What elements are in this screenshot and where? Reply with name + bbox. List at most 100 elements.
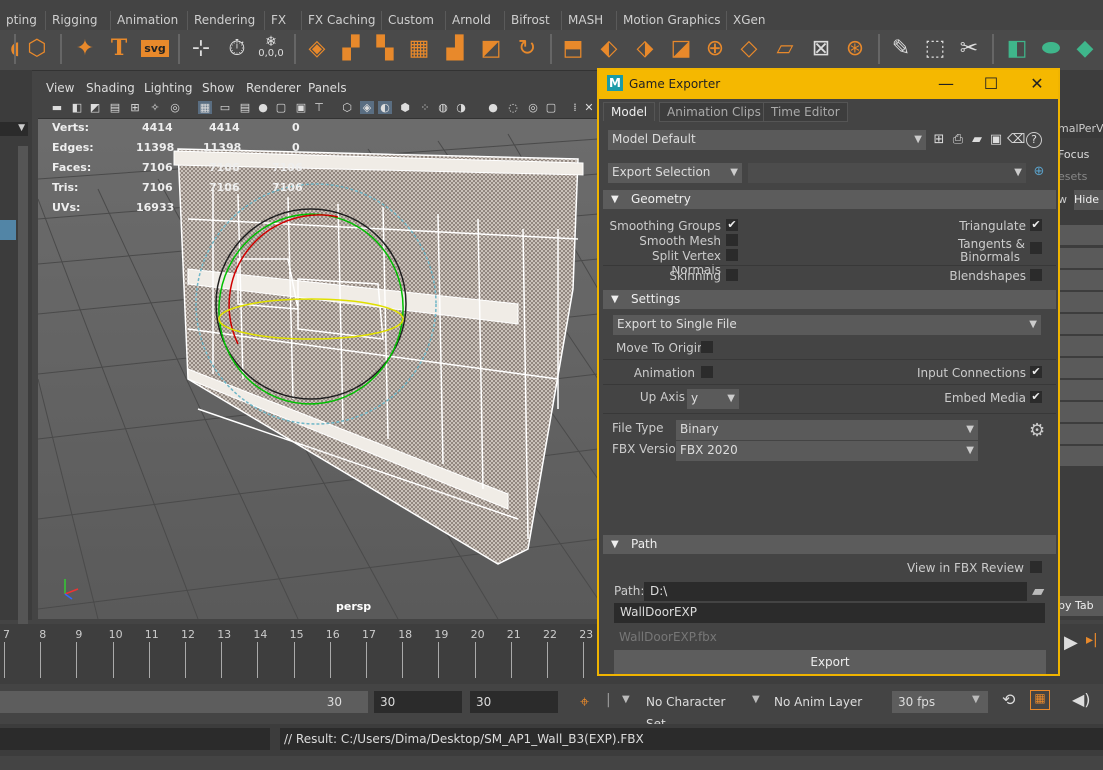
export-button[interactable]: Export bbox=[614, 650, 1046, 674]
add-selection-icon[interactable]: ⊕ bbox=[1031, 164, 1047, 180]
tab-model[interactable]: Model bbox=[603, 102, 656, 121]
text-icon[interactable]: T bbox=[104, 33, 134, 63]
play-forward-icon[interactable]: ▶ bbox=[1064, 632, 1078, 653]
input-connections-checkbox[interactable]: ✔ bbox=[1030, 366, 1042, 378]
film-gate-icon[interactable]: ✧ bbox=[148, 101, 162, 114]
globe-icon[interactable]: ⊛ bbox=[840, 33, 870, 63]
separate-icon[interactable]: ▚ bbox=[370, 33, 400, 63]
export-mode-dropdown[interactable]: Export Selection ▼ bbox=[608, 163, 742, 183]
cube-icon[interactable]: ◈ bbox=[302, 33, 332, 63]
command-input[interactable] bbox=[0, 728, 270, 750]
ao-icon[interactable]: ◑ bbox=[454, 101, 468, 114]
copy-tab-button[interactable]: py Tab bbox=[1058, 596, 1103, 616]
grid-toggle-icon[interactable]: ⊞ bbox=[128, 101, 142, 114]
toolbar-more-icon[interactable]: ⁞ bbox=[568, 101, 582, 114]
file-name-input[interactable]: WallDoorEXP bbox=[614, 603, 1045, 623]
settings-section-header[interactable]: ▼ Settings bbox=[603, 290, 1056, 309]
chevron-down-icon[interactable]: ▼ bbox=[752, 694, 760, 705]
chevron-down-icon[interactable]: ▼ bbox=[622, 694, 630, 705]
menu-renderer[interactable]: Renderer bbox=[246, 81, 301, 95]
polyhedron-icon[interactable]: ⬡ bbox=[22, 33, 52, 63]
sphere-icon[interactable]: ⊕ bbox=[700, 33, 730, 63]
shelf-tab-motion-graphics[interactable]: Motion Graphics bbox=[616, 11, 727, 30]
plane-icon[interactable]: ▱ bbox=[770, 33, 800, 63]
shelf-tab-mash[interactable]: MASH bbox=[561, 11, 609, 30]
viewport-3d[interactable]: Verts: 4414 4414 0 Edges: 11398 11398 0 … bbox=[38, 79, 598, 619]
left-dropdown[interactable]: ▼ bbox=[0, 122, 28, 136]
split-vertex-normals-checkbox[interactable] bbox=[726, 249, 738, 261]
delete-icon[interactable]: ⌫ bbox=[1007, 132, 1025, 148]
auto-key-icon[interactable]: ▦ bbox=[1030, 690, 1050, 710]
smooth-shade-icon[interactable]: ▭ bbox=[218, 101, 232, 114]
xray-active-icon[interactable]: ⬢ bbox=[398, 101, 412, 114]
bookmark-icon[interactable]: ◩ bbox=[88, 101, 102, 114]
volume-icon[interactable]: ◀) bbox=[1072, 690, 1091, 709]
edit-preset-icon[interactable]: ⎙ bbox=[950, 132, 966, 148]
xray-icon[interactable]: ◈ bbox=[360, 101, 374, 114]
shelf-tab-rigging[interactable]: Rigging bbox=[45, 11, 103, 30]
motion-blur-icon[interactable]: ▣ bbox=[294, 101, 308, 114]
selection-set-dropdown[interactable]: ▼ bbox=[748, 163, 1026, 183]
hide-button[interactable]: Hide bbox=[1074, 190, 1103, 210]
wireframe-icon[interactable]: ▦ bbox=[198, 101, 212, 114]
animation-checkbox[interactable] bbox=[701, 366, 713, 378]
image-plane-icon[interactable]: ▤ bbox=[108, 101, 122, 114]
presets-button[interactable]: esets bbox=[1058, 168, 1103, 186]
shelf-tab-animation[interactable]: Animation bbox=[110, 11, 184, 30]
embed-media-checkbox[interactable]: ✔ bbox=[1030, 391, 1042, 403]
timer-icon[interactable]: ⏱ bbox=[222, 33, 252, 63]
folder-icon[interactable]: ▰ bbox=[1032, 581, 1044, 600]
file-type-dropdown[interactable]: Binary ▼ bbox=[676, 420, 978, 440]
fbx-settings-gear-icon[interactable]: ⚙ bbox=[1029, 420, 1045, 441]
minimize-icon[interactable]: — bbox=[936, 74, 956, 94]
triangulate-checkbox[interactable]: ✔ bbox=[1030, 219, 1042, 231]
export-to-dropdown[interactable]: Export to Single File ▼ bbox=[613, 315, 1041, 335]
open-folder-icon[interactable]: ▰ bbox=[969, 132, 985, 148]
maximize-icon[interactable]: ☐ bbox=[981, 74, 1001, 94]
select-box-icon[interactable]: ⬚ bbox=[920, 33, 950, 63]
geometry-section-header[interactable]: ▼ Geometry bbox=[603, 190, 1056, 209]
fbx-version-dropdown[interactable]: FBX 2020 ▼ bbox=[676, 441, 978, 461]
bound-box-icon[interactable]: ⊠ bbox=[806, 33, 836, 63]
screen-space-ao-icon[interactable]: ▢ bbox=[274, 101, 288, 114]
shelf-tab-bifrost[interactable]: Bifrost bbox=[504, 11, 556, 30]
camera-attr-icon[interactable]: ◧ bbox=[70, 101, 84, 114]
path-section-header[interactable]: ▼ Path bbox=[603, 535, 1056, 554]
isolate-icon[interactable]: ⬡ bbox=[340, 101, 354, 114]
snowflake-icon[interactable]: ❄ 0,0,0 bbox=[256, 33, 286, 63]
tab-animation-clips[interactable]: Animation Clips bbox=[659, 102, 769, 122]
shelf-tab-sculpting[interactable]: pting bbox=[0, 11, 43, 30]
extract-icon[interactable]: ▟ bbox=[440, 33, 470, 63]
combine-icon[interactable]: ▞ bbox=[336, 33, 366, 63]
save-icon[interactable]: ▣ bbox=[988, 132, 1004, 148]
step-forward-icon[interactable]: ▸| bbox=[1086, 632, 1098, 648]
character-set-dropdown[interactable]: No Character Set bbox=[640, 691, 744, 731]
left-scrollbar[interactable] bbox=[18, 146, 28, 656]
teal-shape-icon[interactable]: ⬬ bbox=[1036, 33, 1066, 63]
teal-extra-icon[interactable]: ◆ bbox=[1070, 33, 1100, 63]
anim-end-field[interactable]: 30 bbox=[374, 691, 462, 713]
sweep-icon[interactable]: ⊹ bbox=[186, 33, 216, 63]
menu-shading[interactable]: Shading bbox=[86, 81, 135, 95]
preset-dropdown[interactable]: Model Default ▼ bbox=[608, 130, 926, 150]
aa-icon[interactable]: ⊤ bbox=[312, 101, 326, 114]
anim-layer-dropdown[interactable]: No Anim Layer bbox=[768, 691, 864, 713]
texture-icon[interactable]: ◍ bbox=[436, 101, 450, 114]
toolbar-expand-icon[interactable]: ✕ bbox=[582, 101, 596, 114]
skinning-checkbox[interactable] bbox=[726, 269, 738, 281]
grid-icon[interactable]: ▦ bbox=[404, 33, 434, 63]
shadows-icon[interactable]: ● bbox=[256, 101, 270, 114]
tangents-binormals-checkbox[interactable] bbox=[1030, 242, 1042, 254]
shelf-tab-arnold[interactable]: Arnold bbox=[445, 11, 497, 30]
smooth-mesh-checkbox[interactable] bbox=[726, 234, 738, 246]
checker-icon[interactable]: ⁘ bbox=[418, 101, 432, 114]
range-slider[interactable]: 30 bbox=[0, 691, 368, 713]
menu-show[interactable]: Show bbox=[202, 81, 234, 95]
shelf-tab-rendering[interactable]: Rendering bbox=[187, 11, 261, 30]
blendshapes-checkbox[interactable] bbox=[1030, 269, 1042, 281]
smooth-icon[interactable]: ◇ bbox=[734, 33, 764, 63]
sparkle-icon[interactable]: ✦ bbox=[70, 33, 100, 63]
close-icon[interactable]: ✕ bbox=[1027, 74, 1047, 94]
tab-time-editor[interactable]: Time Editor bbox=[763, 102, 848, 122]
add-preset-icon[interactable]: ⊞ bbox=[931, 132, 947, 148]
